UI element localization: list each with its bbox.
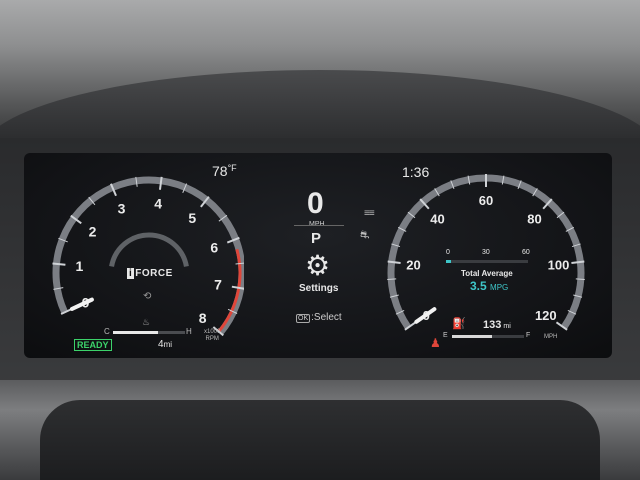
- fuel-level-fill: [452, 335, 492, 338]
- speedo-tick-label: 20: [406, 258, 420, 273]
- mini-speed-scale-30: 30: [482, 249, 490, 256]
- coolant-temp-bar: [113, 331, 185, 334]
- average-value: 3.5: [470, 279, 487, 293]
- tach-tick-label: 5: [188, 210, 196, 226]
- seatbelt-warning-icon: ♟: [430, 336, 441, 350]
- speed-unit-bracket: [294, 225, 344, 226]
- tach-tick: [52, 262, 66, 266]
- mini-speed-scale-0: 0: [446, 249, 450, 256]
- tach-tick-label: 1: [75, 258, 83, 274]
- average-unit: MPG: [490, 283, 509, 292]
- select-hint: OK:Select: [296, 312, 342, 323]
- tach-tick-label: 8: [199, 310, 207, 326]
- speedo-tick: [575, 278, 585, 280]
- traction-control-icon: ⛐: [360, 229, 370, 241]
- eco-indicator-icon: ⟲: [143, 291, 152, 302]
- rpm-unit-line1: x1000: [204, 329, 221, 335]
- speed-readout: 0: [307, 187, 324, 220]
- speedo-tick-label: 40: [430, 211, 444, 226]
- settings-menu-label[interactable]: Settings: [299, 283, 338, 294]
- ok-button-icon: OK: [296, 314, 311, 323]
- speedo-tick: [387, 278, 397, 280]
- fuel-range-unit: mi: [503, 323, 511, 330]
- fuel-range-value: 133: [483, 319, 502, 331]
- tach-tick-label: 3: [118, 201, 126, 217]
- speedo-tick-label: 80: [527, 211, 541, 226]
- gear-indicator: P: [311, 230, 322, 247]
- iforce-logo-text: FORCE: [135, 268, 173, 279]
- tach-inner-ring: [109, 232, 189, 267]
- iforce-logo: i FORCE: [127, 268, 173, 279]
- tach-tick-label: 2: [89, 224, 97, 240]
- fuel-pump-icon: ⛽: [452, 318, 466, 330]
- outside-temperature: 78°F: [212, 163, 237, 179]
- clock: 1:36: [402, 164, 430, 180]
- select-hint-text: :Select: [311, 312, 342, 323]
- temperature-value: 78: [212, 163, 228, 179]
- mini-speed-bar: [446, 260, 528, 263]
- tach-tick-label: 6: [210, 240, 218, 256]
- mini-speed-scale-60: 60: [522, 249, 530, 256]
- tach-tick-label: 4: [154, 196, 162, 212]
- mini-speed-bar-fill: [446, 260, 451, 263]
- fuel-range: 133 mi: [483, 319, 511, 331]
- fuel-empty-label: E: [443, 332, 448, 339]
- average-readout: 3.5 MPG: [470, 279, 508, 293]
- average-label: Total Average: [461, 269, 513, 278]
- speedo-tick-label: 100: [548, 258, 570, 273]
- settings-gear-icon[interactable]: ⚙: [305, 249, 330, 282]
- tachometer-gauge: 012345678: [52, 176, 244, 337]
- ready-indicator: READY: [74, 339, 112, 351]
- coolant-temp-fill: [113, 331, 158, 334]
- trip-unit: mi: [163, 340, 173, 349]
- temperature-unit: °F: [227, 163, 237, 173]
- fuel-level-bar: [452, 335, 524, 338]
- lane-assist-icon: ≡≡: [364, 208, 375, 219]
- trip-odometer: 4mi: [158, 339, 172, 350]
- instrument-cluster-screen: 012345678 020406080100120 78°F 1:36 iFOR…: [24, 153, 612, 358]
- coolant-temp-icon: ♨: [142, 317, 151, 327]
- speed-unit-label: MPH: [544, 334, 558, 340]
- rpm-unit: x1000 RPM: [204, 329, 220, 343]
- coolant-high-label: H: [186, 327, 192, 336]
- coolant-low-label: C: [104, 327, 110, 336]
- tach-tick-label: 7: [214, 276, 222, 292]
- speedo-tick-label: 60: [479, 193, 493, 208]
- rpm-unit-line2: RPM: [205, 336, 219, 342]
- fuel-full-label: F: [526, 332, 531, 339]
- iforce-logo-prefix: i: [127, 268, 135, 279]
- steering-column-shroud: [40, 400, 600, 480]
- speedo-tick-label: 120: [535, 308, 557, 323]
